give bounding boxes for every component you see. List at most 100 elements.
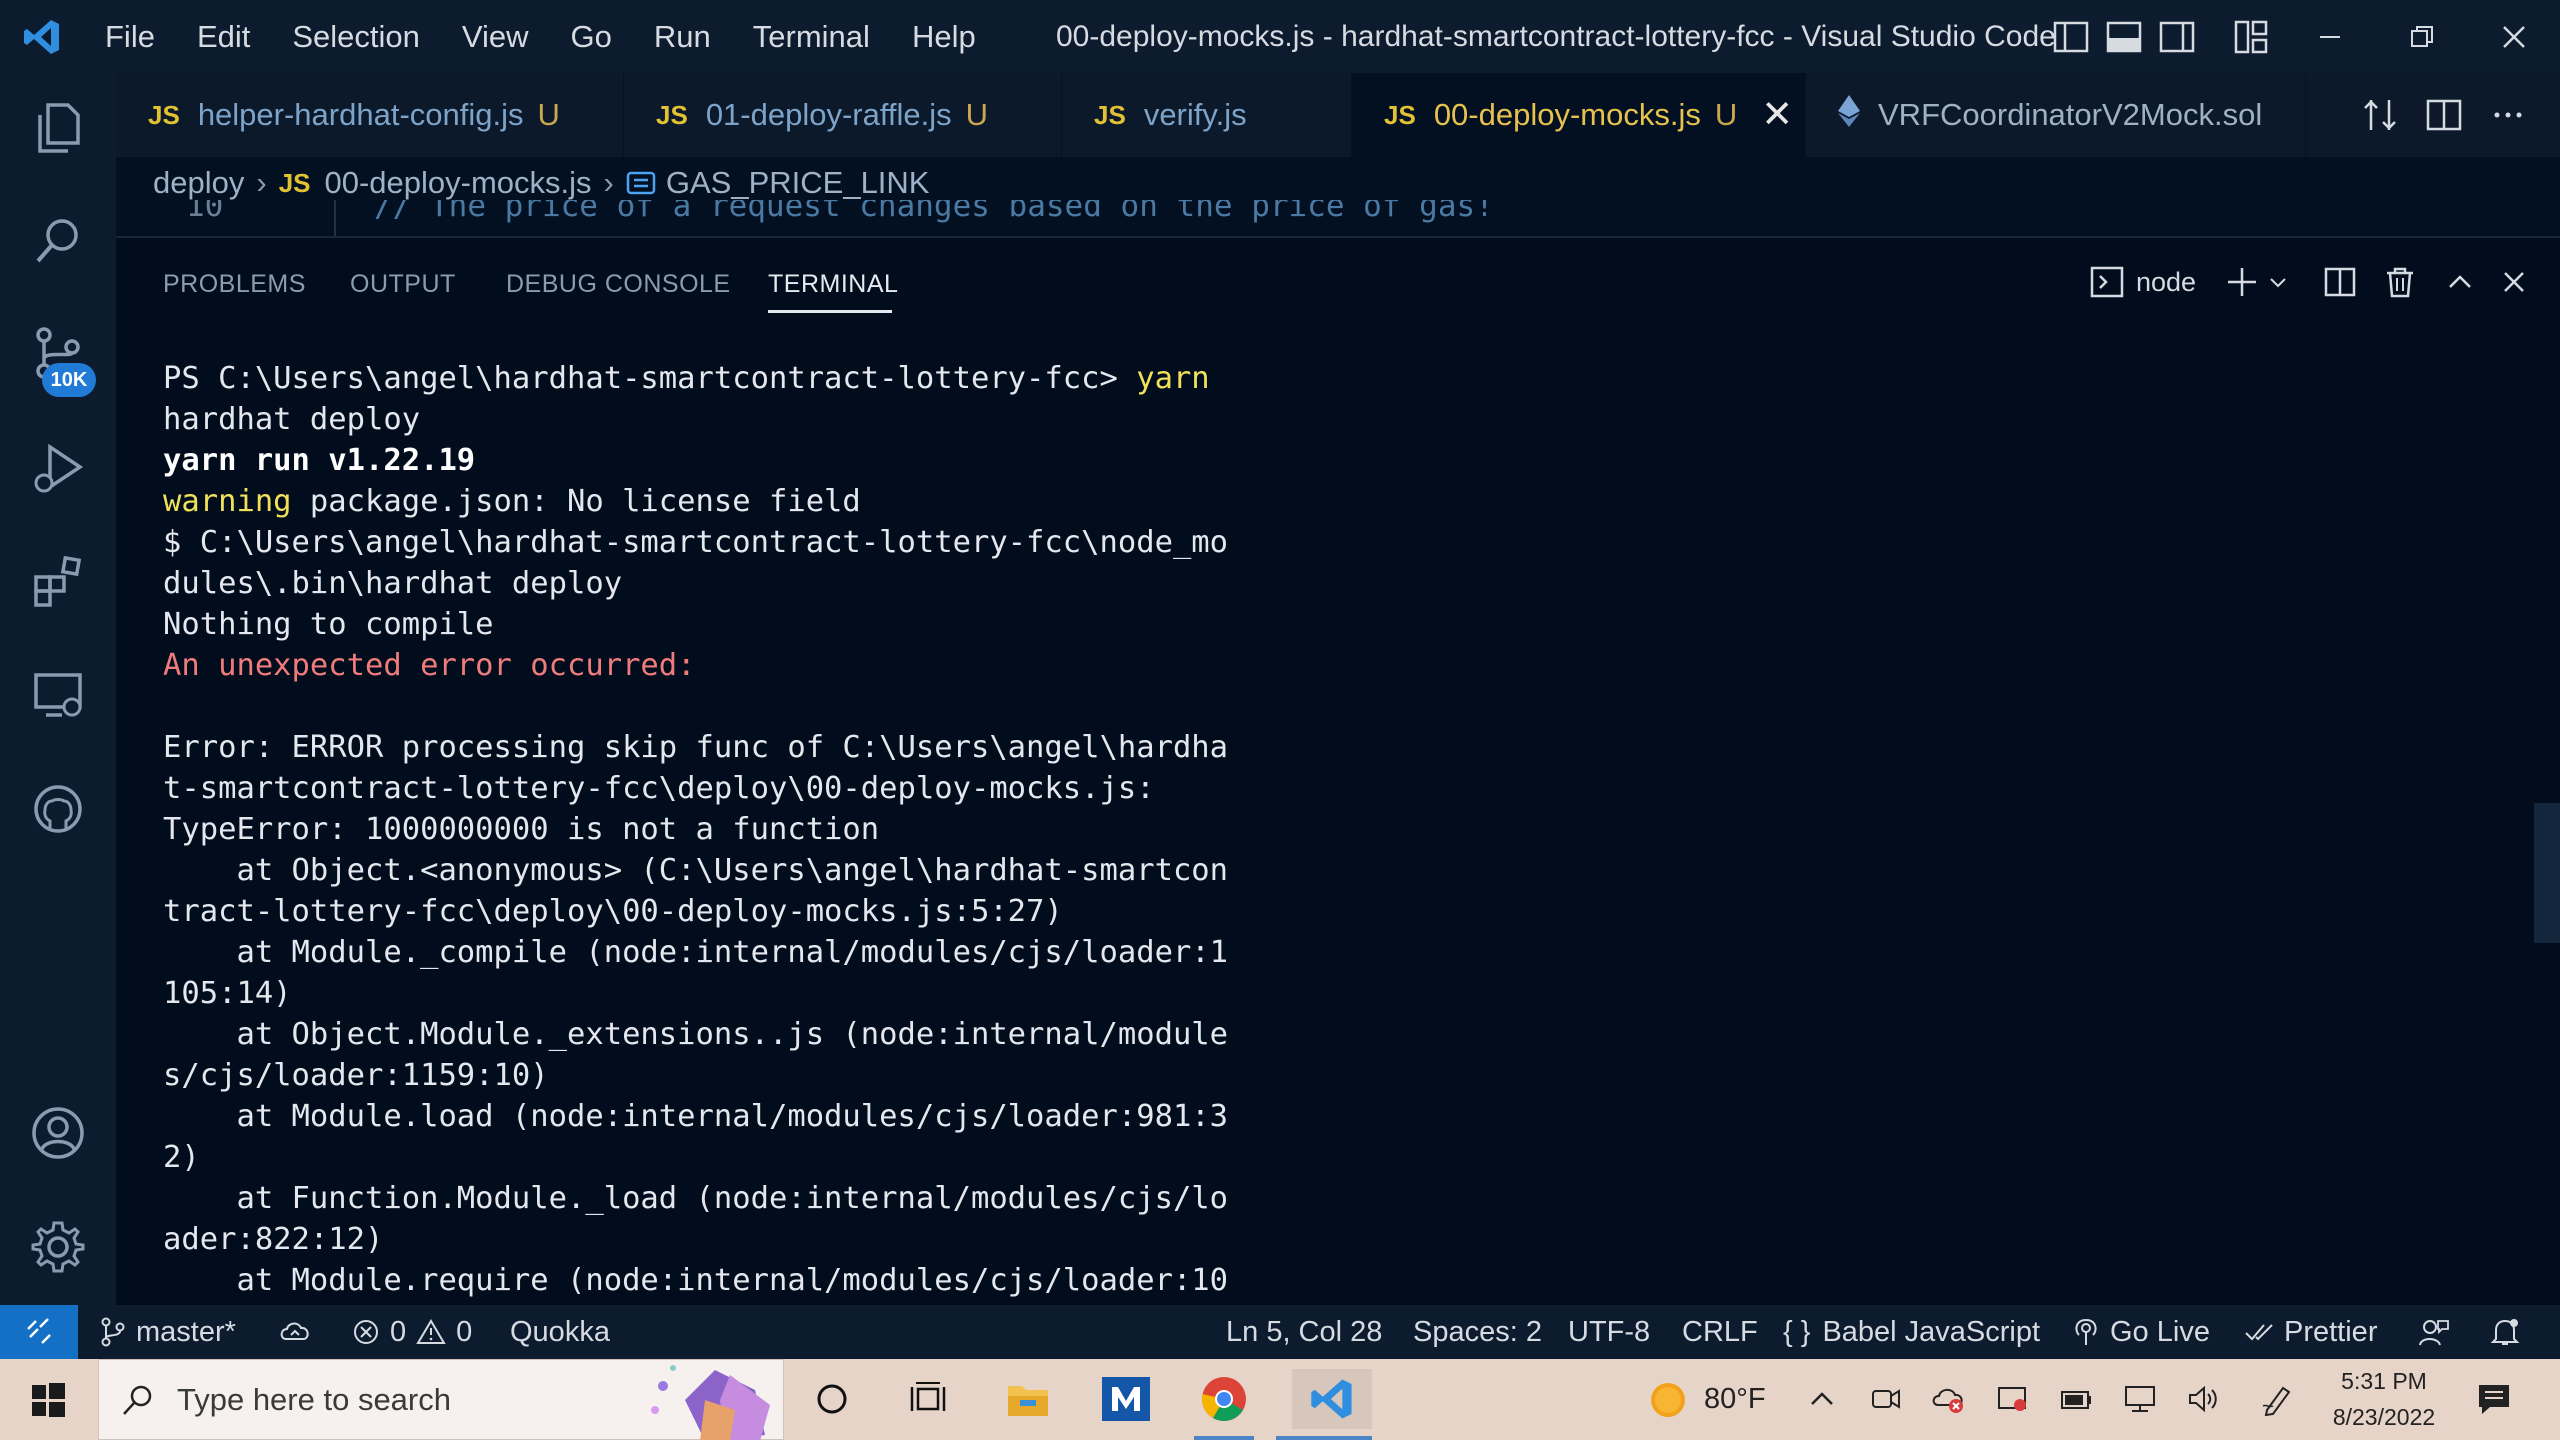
split-editor-icon[interactable]: [2422, 93, 2466, 137]
toggle-primary-sidebar-icon[interactable]: [2052, 18, 2090, 56]
trash-icon[interactable]: [2380, 260, 2420, 304]
language-mode[interactable]: { } Babel JavaScript: [1783, 1305, 2040, 1359]
remote-indicator-icon[interactable]: [0, 1305, 78, 1359]
menu-terminal[interactable]: Terminal: [732, 0, 891, 73]
toggle-secondary-sidebar-icon[interactable]: [2158, 18, 2196, 56]
gear-icon[interactable]: [24, 1213, 92, 1281]
terminal-line: warning package.json: No license field: [163, 481, 1363, 522]
tab-label: VRFCoordinatorV2Mock.sol: [1878, 97, 2263, 132]
search-placeholder: Type here to search: [177, 1381, 451, 1417]
menu-view[interactable]: View: [441, 0, 550, 73]
breadcrumb-folder[interactable]: deploy: [153, 165, 244, 201]
maximize-panel-icon[interactable]: [2440, 260, 2480, 304]
close-window-icon[interactable]: [2468, 0, 2560, 73]
network-icon[interactable]: [2120, 1379, 2160, 1419]
toggle-panel-icon[interactable]: [2105, 18, 2143, 56]
battery-icon[interactable]: [2056, 1379, 2096, 1419]
close-panel-icon[interactable]: [2494, 260, 2534, 304]
title-bar: File Edit Selection View Go Run Terminal…: [0, 0, 2560, 73]
restore-icon[interactable]: [2376, 0, 2468, 73]
tab-problems[interactable]: PROBLEMS: [163, 270, 306, 299]
compare-changes-icon[interactable]: [2358, 93, 2402, 137]
accounts-icon[interactable]: [24, 1099, 92, 1167]
notifications-bell-icon[interactable]: [2490, 1305, 2530, 1359]
tab-output[interactable]: OUTPUT: [350, 270, 456, 299]
windows-start-icon[interactable]: [18, 1359, 78, 1440]
javascript-file-icon: JS: [278, 167, 311, 198]
menu-selection[interactable]: Selection: [271, 0, 441, 73]
tab-00-deploy-mocks[interactable]: JS 00-deploy-mocks.js U ✕: [1352, 73, 1806, 157]
terminal-line: at Module._compile (node:internal/module…: [163, 935, 1229, 970]
file-explorer-icon[interactable]: [998, 1369, 1058, 1429]
more-actions-icon[interactable]: [2486, 93, 2530, 137]
minimize-icon[interactable]: [2284, 0, 2376, 73]
git-branch[interactable]: master*: [100, 1305, 236, 1359]
vscode-taskbar-icon[interactable]: [1292, 1369, 1372, 1429]
tab-debug-console[interactable]: DEBUG CONSOLE: [506, 270, 731, 299]
encoding[interactable]: UTF-8: [1568, 1305, 1650, 1359]
store-app-icon[interactable]: [1096, 1369, 1156, 1429]
code-line[interactable]: // The price of a request changes based …: [374, 200, 1494, 224]
chevron-up-icon[interactable]: [1802, 1379, 1842, 1419]
run-debug-icon[interactable]: [24, 435, 92, 503]
menu-run[interactable]: Run: [633, 0, 732, 73]
explorer-icon[interactable]: [24, 93, 92, 161]
system-clock[interactable]: 5:31 PM 8/23/2022: [2322, 1359, 2446, 1440]
terminal-output[interactable]: PS C:\Users\angel\hardhat-smartcontract-…: [163, 358, 1363, 1301]
customize-layout-icon[interactable]: [2232, 18, 2270, 56]
split-terminal-icon[interactable]: [2320, 260, 2360, 304]
quokka-status[interactable]: Quokka: [510, 1305, 610, 1359]
menu-help[interactable]: Help: [891, 0, 997, 73]
prettier-status[interactable]: Prettier: [2244, 1305, 2377, 1359]
remote-explorer-icon[interactable]: [24, 661, 92, 729]
chrome-icon[interactable]: [1194, 1369, 1254, 1429]
menu-edit[interactable]: Edit: [176, 0, 271, 73]
chevron-down-icon[interactable]: [2264, 260, 2292, 304]
status-bar: master* 0 0 Quokka Ln 5, Col 28 Spaces: …: [0, 1305, 2560, 1359]
editor-tab-bar: JS helper-hardhat-config.js U JS 01-depl…: [116, 73, 2560, 157]
search-icon[interactable]: [24, 207, 92, 275]
notification-center-icon[interactable]: [2474, 1379, 2514, 1419]
sun-icon: [1651, 1382, 1685, 1417]
onedrive-error-icon[interactable]: [1928, 1379, 1968, 1419]
active-tab-indicator: [768, 310, 892, 313]
pen-workspace-icon[interactable]: [2258, 1379, 2298, 1419]
meet-now-icon[interactable]: [1866, 1379, 1906, 1419]
tab-terminal[interactable]: TERMINAL: [768, 270, 898, 299]
tab-vrfcoordinator-mock[interactable]: VRFCoordinatorV2Mock.sol: [1806, 73, 2306, 157]
problems-indicator[interactable]: 0 0: [352, 1305, 472, 1359]
close-tab-icon[interactable]: ✕: [1761, 96, 1793, 134]
sync-icon[interactable]: [278, 1305, 322, 1359]
go-live-button[interactable]: Go Live: [2072, 1305, 2210, 1359]
terminal-profile-selector[interactable]: node: [2090, 260, 2196, 304]
editor-peek: 10 // The price of a request changes bas…: [116, 200, 2560, 236]
breadcrumb-file[interactable]: 00-deploy-mocks.js: [325, 165, 592, 201]
terminal-line: t-smartcontract-lottery-fcc\deploy\00-de…: [163, 771, 1155, 806]
breadcrumb-symbol[interactable]: GAS_PRICE_LINK: [666, 165, 930, 201]
tab-01-deploy-raffle[interactable]: JS 01-deploy-raffle.js U: [624, 73, 1062, 157]
task-view-icon[interactable]: [898, 1369, 958, 1429]
panel-tab-bar: PROBLEMS OUTPUT DEBUG CONSOLE TERMINAL n…: [116, 238, 2560, 334]
extensions-icon[interactable]: [24, 547, 92, 615]
terminal-scrollbar[interactable]: [2534, 803, 2560, 943]
new-terminal-icon[interactable]: [2222, 260, 2262, 304]
chevron-right-icon: ›: [603, 165, 614, 200]
clock-date: 8/23/2022: [2332, 1404, 2436, 1430]
volume-icon[interactable]: [2184, 1379, 2224, 1419]
tab-verify[interactable]: JS verify.js: [1062, 73, 1352, 157]
screen-capture-icon[interactable]: [1992, 1379, 2032, 1419]
menu-file[interactable]: File: [84, 0, 176, 73]
taskbar-search-input[interactable]: Type here to search: [98, 1359, 784, 1440]
weather-widget[interactable]: 80°F: [1648, 1359, 1766, 1440]
github-icon[interactable]: [24, 775, 92, 843]
line-endings[interactable]: CRLF: [1682, 1305, 1758, 1359]
indentation[interactable]: Spaces: 2: [1413, 1305, 1542, 1359]
language-name: Babel JavaScript: [1822, 1316, 2041, 1348]
feedback-icon[interactable]: [2418, 1305, 2460, 1359]
braces-icon: { }: [1783, 1316, 1811, 1348]
menu-go[interactable]: Go: [550, 0, 633, 73]
tab-label: verify.js: [1143, 97, 1247, 132]
cortana-icon[interactable]: [802, 1369, 862, 1429]
tab-helper-hardhat-config[interactable]: JS helper-hardhat-config.js U: [116, 73, 624, 157]
cursor-position[interactable]: Ln 5, Col 28: [1226, 1305, 1382, 1359]
